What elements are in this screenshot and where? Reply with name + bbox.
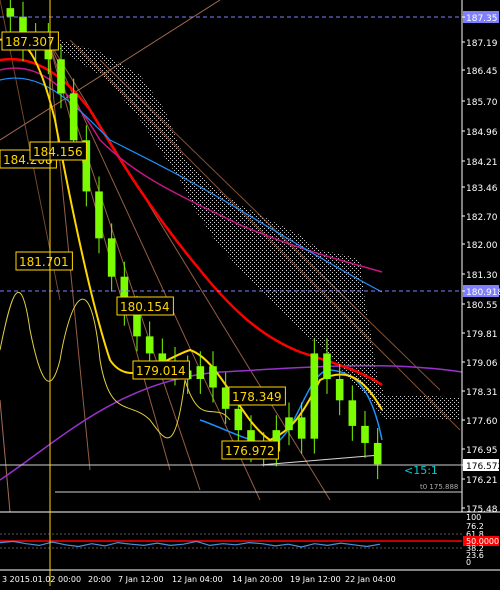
price-tick-label: 177.60 [466, 417, 498, 427]
candle-body [285, 417, 293, 431]
price-label-text: 176.972 [225, 444, 275, 458]
price-tick-label: 187.19 [466, 39, 498, 49]
candle-body [145, 336, 154, 354]
candle-body [107, 238, 116, 277]
candle-body [335, 378, 344, 401]
candle-body [234, 408, 243, 431]
price-tick-label: 180.55 [466, 301, 498, 311]
time-tick-label: 7 Jan 12:00 [118, 575, 164, 584]
time-tick-label: 3 2015.01.02 00:00 [2, 575, 81, 584]
price-tick-label: 183.46 [466, 184, 498, 194]
price-label-text: 187.307 [5, 35, 55, 49]
price-label-text: 179.014 [136, 364, 186, 378]
price-tick-label: 186.45 [466, 67, 498, 77]
candle-body [361, 425, 369, 443]
price-tick-label: 181.30 [466, 271, 498, 281]
indicator-tick-label: 0 [466, 558, 471, 567]
price-label-text: 184.156 [33, 145, 83, 159]
time-tick-label: 19 Jan 12:00 [290, 575, 341, 584]
time-tick-label: 12 Jan 04:00 [172, 575, 223, 584]
candle-body [95, 191, 103, 239]
price-label-text: 181.701 [19, 255, 69, 269]
price-tick-label: 176.572 [466, 462, 500, 472]
candle-body [57, 59, 65, 94]
time-tick-label: 20:00 [88, 575, 111, 584]
price-tick-label: 176.95 [466, 446, 498, 456]
indicator-tick-label: 100 [466, 513, 481, 522]
time-axis: 3 2015.01.02 00:00 20:00 7 Jan 12:00 12 Jan… [2, 575, 396, 584]
price-tick-label: 187.35 [466, 14, 498, 24]
price-tick-label: 182.00 [466, 241, 498, 251]
ratio-annotation: <15:1 [404, 464, 438, 477]
candle-body [209, 366, 217, 388]
candle-body [348, 400, 357, 426]
candle-body [69, 93, 78, 141]
time-tick-label: 22 Jan 04:00 [345, 575, 396, 584]
candle-body [310, 353, 319, 439]
time-tick-label: 14 Jan 20:00 [232, 575, 283, 584]
price-label-text: 180.154 [120, 300, 170, 314]
candle-body [6, 8, 15, 17]
candle-body [323, 353, 331, 379]
trading-chart-window: 187.307 184.208 184.156 181.701 180.154 179.0… [0, 0, 500, 586]
price-label-text: 178.349 [232, 390, 282, 404]
candle-body [373, 442, 382, 465]
candle-body [221, 387, 230, 409]
price-tick-label: 179.06 [466, 359, 498, 369]
price-tick-label: 185.70 [466, 98, 498, 108]
price-tick-label: 176.21 [466, 476, 498, 486]
price-tick-label: 184.21 [466, 158, 498, 168]
price-tick-label: 178.31 [466, 388, 498, 398]
price-tick-label: 182.70 [466, 213, 498, 223]
price-tick-label: 184.96 [466, 128, 498, 138]
candle-body [196, 366, 205, 379]
t0-annotation: t0 175.888 [420, 483, 458, 491]
price-tick-label: 179.81 [466, 330, 498, 340]
candle-body [297, 417, 306, 439]
price-tick-label: 180.918 [466, 288, 500, 298]
price-chart[interactable]: 187.307184.208184.156181.701180.154179.0… [0, 0, 500, 586]
